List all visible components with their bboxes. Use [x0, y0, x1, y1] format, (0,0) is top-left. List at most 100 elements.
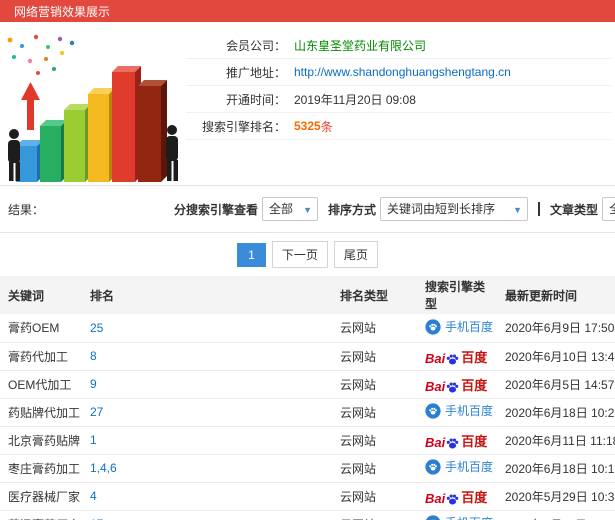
header-keyword: 关键词	[0, 276, 82, 314]
keyword-cell: 药贴牌代加工	[0, 398, 82, 427]
table-row: 医疗器械厂家 4 云网站 Bai 百度 2020年5月29日 10:32	[0, 482, 615, 511]
rank-link[interactable]: 1,4,6	[90, 461, 117, 475]
header-engine-type: 搜索引擎类型	[417, 276, 497, 314]
engine-cell: 手机百度	[417, 314, 497, 343]
mobile-baidu-icon	[425, 318, 441, 335]
next-page-button[interactable]: 下一页	[271, 241, 328, 268]
info-row-open-time: 开通时间： 2019年11月20日 09:08	[186, 86, 611, 113]
rank-type-cell: 云网站	[332, 454, 417, 483]
sort-filter-select[interactable]: 关键词由短到长排序 ▼	[380, 197, 529, 221]
open-time-value: 2019年11月20日 09:08	[294, 92, 416, 107]
rank-link[interactable]: 4	[90, 489, 97, 503]
baidu-paw-icon	[446, 382, 459, 393]
rank-type-cell: 云网站	[332, 370, 417, 399]
mobile-baidu-badge: 手机百度	[425, 458, 493, 475]
type-filter-select[interactable]: 全部 ▼	[602, 197, 615, 221]
updated-cell: 2020年5月29日 10:32	[497, 482, 615, 511]
mobile-baidu-badge: 手机百度	[425, 514, 493, 520]
filter-separator	[538, 202, 541, 216]
table-row: OEM代加工 9 云网站 Bai 百度 2020年6月5日 14:57	[0, 370, 615, 399]
growth-chart-graphic	[7, 34, 178, 182]
engine-cell: Bai 百度	[417, 370, 497, 399]
sort-filter-value: 关键词由短到长排序	[387, 202, 496, 216]
updated-cell: 2020年6月10日 13:40	[497, 342, 615, 371]
engine-filter-value: 全部	[269, 202, 294, 216]
baidu-logo: Bai 百度	[425, 431, 487, 450]
rank-type-cell: 云网站	[332, 398, 417, 427]
keyword-cell: 医疗器械厂家	[0, 482, 82, 511]
engine-label: 手机百度	[445, 404, 494, 419]
rank-type-cell: 云网站	[332, 342, 417, 371]
updated-cell: 2020年6月11日 11:18	[497, 426, 615, 455]
rank-count-unit: 条	[320, 119, 333, 134]
info-row-url: 推广地址： http://www.shandonghuangshengtang.…	[186, 59, 611, 86]
result-section-label: 结果：	[8, 202, 45, 217]
bar-chart-illustration	[0, 22, 186, 182]
engine-label: 百度	[461, 349, 488, 365]
keyword-cell: 膏药代加工	[0, 342, 82, 371]
businessman-left	[8, 129, 20, 181]
engine-label: 百度	[461, 433, 488, 449]
engine-label: 手机百度	[445, 514, 493, 520]
rank-type-cell: 云网站	[332, 314, 417, 343]
filter-controls: 分搜索引擎查看 全部 ▼ 排序方式 关键词由短到长排序 ▼ 文章类型 全部 ▼ …	[164, 196, 615, 222]
account-info-panel: 会员公司： 山东皇圣堂药业有限公司 推广地址： http://www.shand…	[186, 22, 615, 185]
last-page-button[interactable]: 尾页	[333, 241, 378, 268]
table-row: 枣庄膏药加工 1,4,6 云网站 手机百度 2020年6月18日 10:19	[0, 454, 615, 483]
engine-filter-select[interactable]: 全部 ▼	[262, 197, 319, 221]
table-header-row: 关键词 排名 排名类型 搜索引擎类型 最新更新时间	[0, 276, 615, 314]
baidu-paw-icon	[446, 438, 459, 449]
page-number-current[interactable]: 1	[237, 242, 266, 267]
chevron-down-icon: ▼	[303, 205, 313, 215]
promo-url-link[interactable]: http://www.shandonghuangshengtang.cn	[294, 65, 511, 79]
info-row-rank-count: 搜索引擎排名： 5325 条	[186, 113, 611, 140]
header-updated: 最新更新时间	[497, 276, 615, 314]
baidu-paw-icon	[446, 354, 459, 365]
company-label: 会员公司：	[225, 38, 286, 53]
rank-count-value: 5325	[294, 119, 321, 133]
type-filter-value: 全部	[609, 202, 615, 216]
baidu-logo: Bai 百度	[425, 347, 487, 366]
engine-cell: 手机百度	[417, 454, 497, 483]
chevron-down-icon: ▼	[513, 205, 523, 215]
rank-type-cell: 云网站	[332, 482, 417, 511]
confetti-dots	[7, 34, 75, 75]
open-time-label: 开通时间：	[225, 92, 286, 107]
rank-link[interactable]: 25	[90, 321, 103, 335]
rank-type-cell: 云网站	[332, 426, 417, 455]
header-rank: 排名	[82, 276, 332, 314]
engine-label: 百度	[461, 377, 488, 393]
mobile-baidu-icon	[425, 459, 441, 475]
keyword-cell: 膏药OEM	[0, 314, 82, 343]
mobile-baidu-icon	[425, 403, 441, 419]
rank-type-cell: 云网站	[332, 510, 417, 520]
results-table: 关键词 排名 排名类型 搜索引擎类型 最新更新时间 膏药OEM 25 云网站 手…	[0, 276, 615, 520]
mobile-baidu-icon	[425, 515, 441, 520]
rank-link[interactable]: 1	[90, 433, 97, 447]
table-row: 膏药代加工 8 云网站 Bai 百度 2020年6月10日 13:40	[0, 342, 615, 371]
table-row: 膏药OEM 25 云网站 手机百度 2020年6月9日 17:50	[0, 314, 615, 343]
rank-link[interactable]: 8	[90, 349, 97, 363]
filter-bar: 结果： 分搜索引擎查看 全部 ▼ 排序方式 关键词由短到长排序 ▼ 文章类型 全…	[0, 186, 615, 233]
page-header: 网络营销效果展示	[0, 0, 615, 22]
rank-link[interactable]: 9	[90, 377, 97, 391]
baidu-logo: Bai 百度	[425, 375, 487, 394]
updated-cell: 2020年6月9日 17:50	[497, 314, 615, 343]
engine-cell: Bai 百度	[417, 342, 497, 371]
keyword-cell: 枣庄膏药加工	[0, 454, 82, 483]
keyword-cell: 菏泽膏药厂家	[0, 510, 82, 520]
promo-url-label: 推广地址：	[225, 65, 286, 80]
updated-cell: 2020年6月5日 14:57	[497, 370, 615, 399]
updated-cell: 2020年6月18日 10:19	[497, 454, 615, 483]
pagination: 1 下一页 尾页	[0, 233, 615, 276]
businessman-right	[166, 125, 178, 181]
keyword-cell: OEM代加工	[0, 370, 82, 399]
engine-cell: Bai 百度	[417, 426, 497, 455]
keyword-cell: 北京膏药贴牌	[0, 426, 82, 455]
info-row-company: 会员公司： 山东皇圣堂药业有限公司	[186, 32, 611, 59]
rank-link[interactable]: 27	[90, 405, 103, 419]
summary-section: 会员公司： 山东皇圣堂药业有限公司 推广地址： http://www.shand…	[0, 22, 615, 186]
company-link[interactable]: 山东皇圣堂药业有限公司	[294, 37, 426, 54]
table-row: 北京膏药贴牌 1 云网站 Bai 百度 2020年6月11日 11:18	[0, 426, 615, 455]
engine-filter-label: 分搜索引擎查看	[174, 202, 259, 217]
